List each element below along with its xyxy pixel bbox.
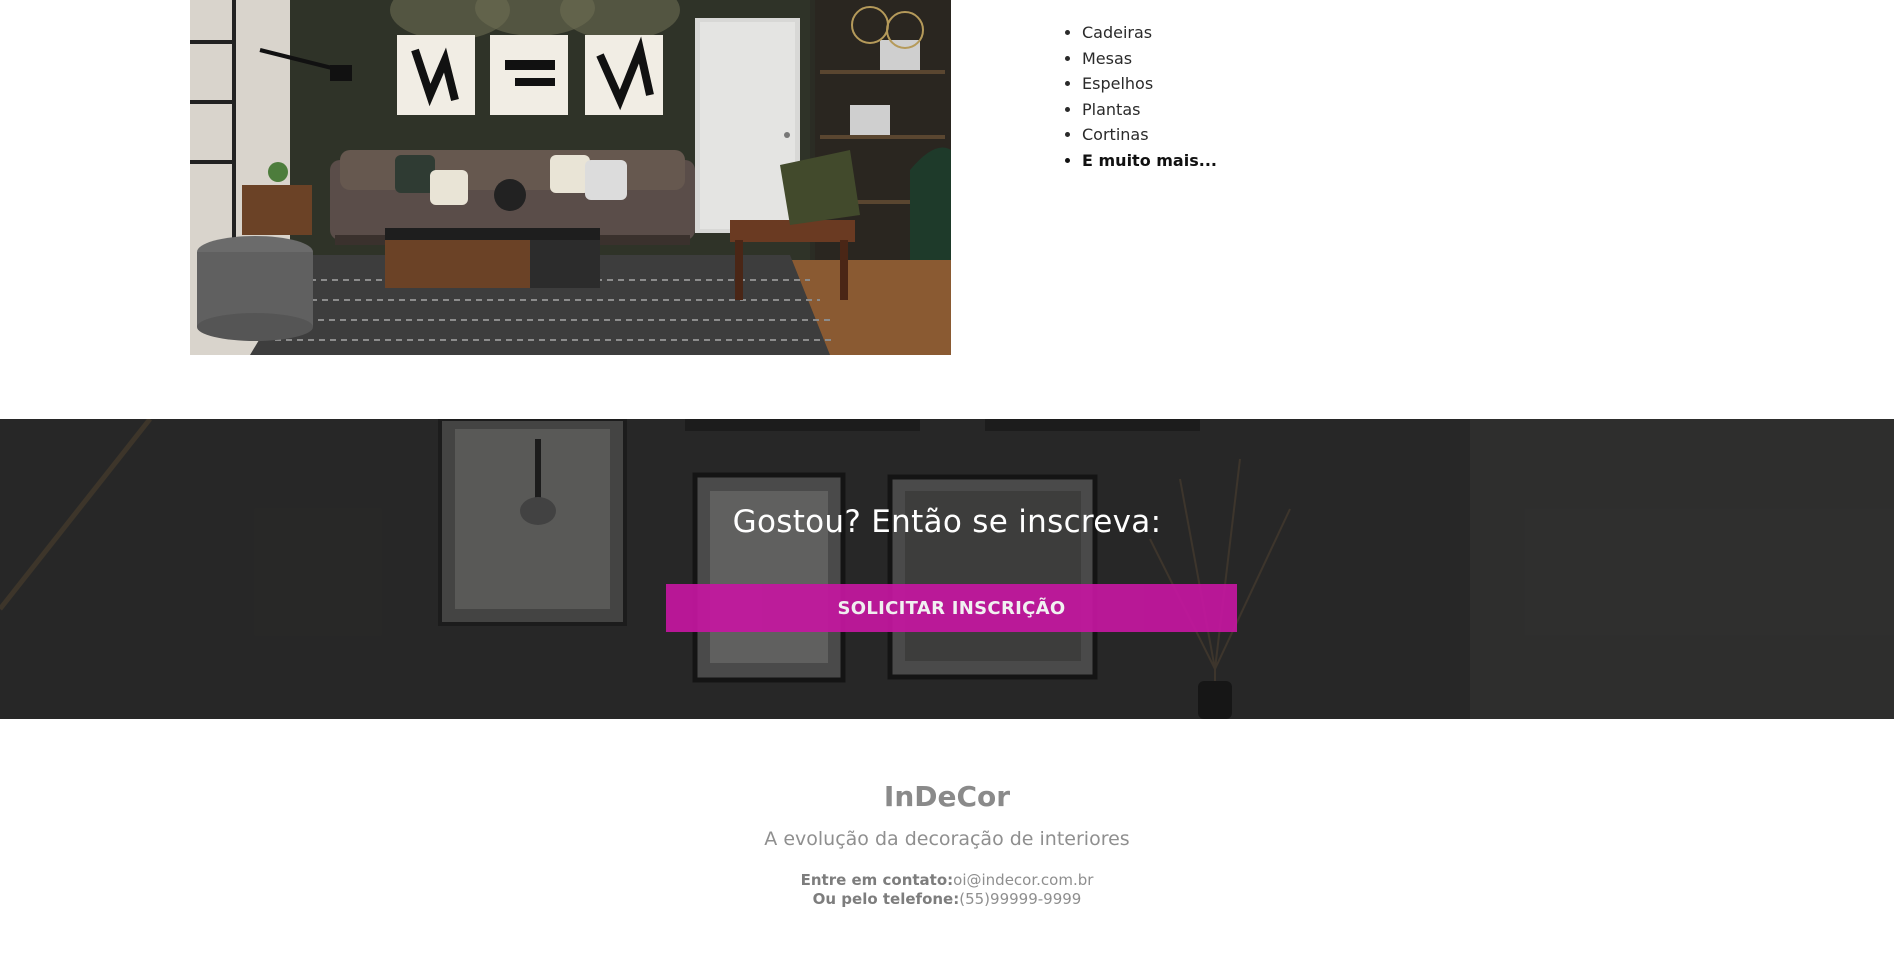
product-list: Cadeiras Mesas Espelhos Plantas Cortinas…: [1060, 20, 1217, 173]
list-item: Cortinas: [1082, 122, 1217, 148]
contact-email[interactable]: oi@indecor.com.br: [953, 871, 1093, 889]
living-room-illustration: [190, 0, 951, 355]
background-overlay: [0, 419, 1894, 719]
subscribe-title: Gostou? Então se inscreva:: [732, 504, 1162, 540]
footer: InDeCor A evolução da decoração de inter…: [0, 719, 1894, 959]
list-item-more: E muito mais...: [1082, 148, 1217, 174]
brand-tagline: A evolução da decoração de interiores: [764, 828, 1130, 850]
list-item: Espelhos: [1082, 71, 1217, 97]
list-item: Cadeiras: [1082, 20, 1217, 46]
phone-label: Ou pelo telefone:: [812, 890, 960, 908]
brand-name: InDeCor: [883, 780, 1011, 813]
subscribe-section: Gostou? Então se inscreva: SOLICITAR INS…: [0, 419, 1894, 719]
contact-phone-line: Ou pelo telefone:(55)99999-9999: [0, 890, 1894, 908]
subscribe-button[interactable]: SOLICITAR INSCRIÇÃO: [666, 584, 1237, 632]
contact-email-line: Entre em contato:oi@indecor.com.br: [0, 871, 1894, 889]
list-item: Plantas: [1082, 97, 1217, 123]
contact-label: Entre em contato:: [800, 871, 954, 889]
living-room-image: [190, 0, 951, 355]
list-item: Mesas: [1082, 46, 1217, 72]
contact-phone[interactable]: (55)99999-9999: [959, 890, 1081, 908]
